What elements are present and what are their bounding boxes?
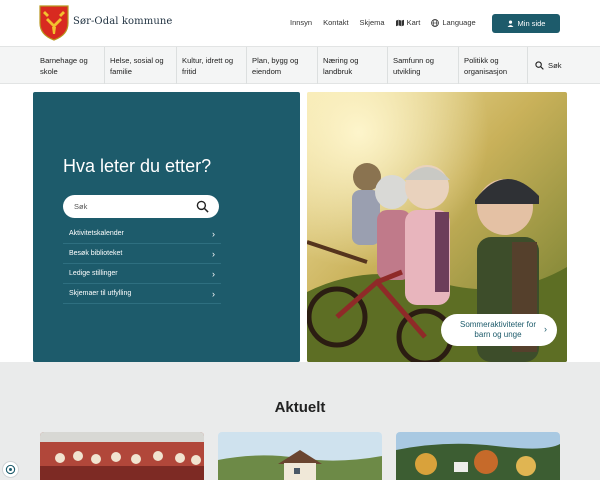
hero-search-input[interactable]: Søk — [63, 195, 219, 218]
search-icon — [535, 61, 544, 70]
nav-item-naering[interactable]: Næring og landbruk — [318, 47, 388, 84]
quick-link-skjemaer[interactable]: Skjemaer til utfylling › — [63, 284, 221, 304]
nav-item-plan[interactable]: Plan, bygg og eiendom — [247, 47, 318, 84]
top-links: Innsyn Kontakt Skjema Kart Language — [290, 18, 476, 27]
nav-search-button[interactable]: Søk — [528, 47, 562, 84]
link-language[interactable]: Language — [431, 18, 476, 27]
site-header: Sør-Odal kommune Innsyn Kontakt Skjema K… — [0, 0, 600, 46]
quick-link-biblioteket[interactable]: Besøk biblioteket › — [63, 244, 221, 264]
link-kart[interactable]: Kart — [395, 18, 420, 27]
nav-item-barnehage[interactable]: Barnehage og skole — [35, 47, 105, 84]
globe-icon — [431, 18, 440, 27]
hero-search-panel: Hva leter du etter? Søk Aktivitetskalend… — [33, 92, 300, 362]
quick-link-aktivitetskalender[interactable]: Aktivitetskalender › — [63, 224, 221, 244]
site-name[interactable]: Sør-Odal kommune — [73, 16, 172, 27]
sommeraktiviteter-button[interactable]: Sommeraktiviteter for barn og unge › — [441, 314, 557, 346]
news-card-image-3[interactable] — [396, 432, 560, 480]
nav-item-helse[interactable]: Helse, sosial og familie — [105, 47, 177, 84]
news-card-image-2[interactable] — [218, 432, 382, 480]
coat-of-arms-logo[interactable] — [39, 5, 69, 41]
chevron-right-icon: › — [212, 268, 215, 279]
chevron-right-icon: › — [212, 228, 215, 239]
nav-item-politikk[interactable]: Politikk og organisasjon — [459, 47, 528, 84]
search-icon[interactable] — [196, 200, 209, 213]
main-navigation: Barnehage og skole Helse, sosial og fami… — [0, 46, 600, 84]
quick-links: Aktivitetskalender › Besøk biblioteket › L… — [63, 224, 221, 304]
chevron-right-icon: › — [212, 248, 215, 259]
chevron-right-icon: › — [544, 324, 547, 334]
link-skjema[interactable]: Skjema — [360, 18, 385, 27]
aktuelt-section: Aktuelt — [0, 362, 600, 480]
min-side-button[interactable]: Min side — [492, 14, 560, 33]
quick-link-stillinger[interactable]: Ledige stillinger › — [63, 264, 221, 284]
news-card-image-1[interactable] — [40, 432, 204, 480]
search-placeholder: Søk — [74, 202, 88, 211]
link-kontakt[interactable]: Kontakt — [323, 18, 348, 27]
chevron-right-icon: › — [212, 288, 215, 299]
link-innsyn[interactable]: Innsyn — [290, 18, 312, 27]
cookie-settings-icon[interactable] — [2, 461, 19, 478]
aktuelt-heading: Aktuelt — [274, 399, 326, 416]
map-icon — [395, 19, 404, 26]
nav-item-kultur[interactable]: Kultur, idrett og fritid — [177, 47, 247, 84]
hero-title: Hva leter du etter? — [63, 156, 212, 176]
nav-item-samfunn[interactable]: Samfunn og utvikling — [388, 47, 459, 84]
user-icon — [507, 20, 513, 27]
